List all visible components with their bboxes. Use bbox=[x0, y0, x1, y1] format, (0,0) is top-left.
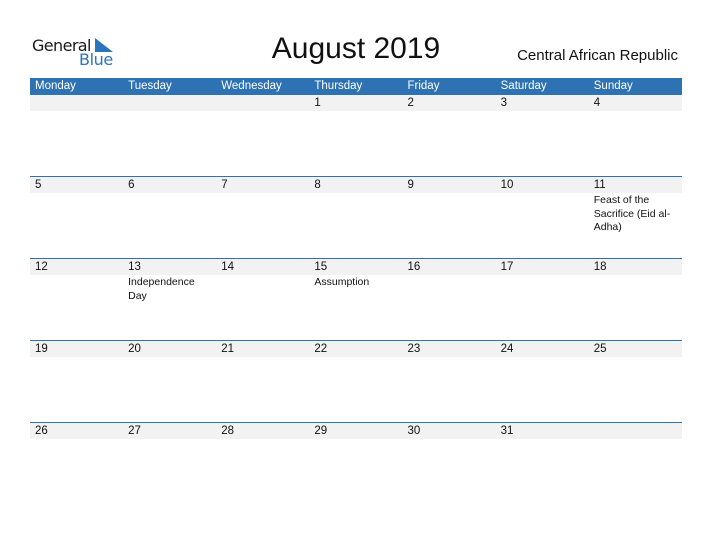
day-number: 4 bbox=[593, 97, 601, 109]
holiday-label bbox=[309, 111, 402, 112]
holiday-label bbox=[496, 111, 589, 112]
event-row bbox=[30, 357, 682, 358]
day-number: 27 bbox=[128, 425, 141, 437]
day-number: 25 bbox=[593, 343, 607, 355]
holiday-label bbox=[30, 439, 123, 440]
event-row: Independence Day Assumption bbox=[30, 275, 682, 303]
holiday-label bbox=[589, 111, 682, 112]
day-number: 31 bbox=[500, 425, 514, 437]
event-row: Feast of the Sacrifice (Eid al-Adha) bbox=[30, 193, 682, 235]
date-row: 1 2 3 4 bbox=[30, 95, 682, 111]
holiday-label bbox=[309, 357, 402, 358]
weekday-saturday: Saturday bbox=[500, 80, 547, 92]
day-number: 5 bbox=[35, 179, 42, 191]
day-number: 28 bbox=[221, 425, 235, 437]
week-row: 19 20 21 22 23 24 25 bbox=[30, 340, 682, 422]
holiday-label bbox=[589, 357, 682, 358]
holiday-label bbox=[403, 275, 496, 303]
day-number: 12 bbox=[35, 261, 48, 273]
week-row: 1 2 3 4 bbox=[30, 95, 682, 176]
day-number: 8 bbox=[314, 179, 321, 191]
weekday-sunday: Sunday bbox=[593, 80, 633, 92]
date-row: 5 6 7 8 9 10 11 bbox=[30, 177, 682, 193]
weekday-wednesday: Wednesday bbox=[221, 80, 282, 92]
weekday-thursday: Thursday bbox=[314, 80, 363, 92]
day-number bbox=[123, 95, 216, 111]
holiday-label bbox=[30, 357, 123, 358]
day-number: 20 bbox=[128, 343, 141, 355]
day-number: 1 bbox=[314, 97, 321, 109]
day-number: 17 bbox=[500, 261, 514, 273]
week-row: 5 6 7 8 9 10 11 Feast of the Sacrifice (Eid al-… bbox=[30, 176, 682, 258]
holiday-label bbox=[216, 275, 309, 303]
day-number: 30 bbox=[407, 425, 421, 437]
weekday-header: Monday Tuesday Wednesday Thursday Friday… bbox=[30, 78, 682, 95]
day-number: 3 bbox=[500, 97, 508, 109]
holiday-label bbox=[30, 193, 123, 235]
event-row bbox=[30, 111, 682, 112]
day-number bbox=[216, 95, 309, 111]
holiday-label bbox=[123, 193, 216, 235]
holiday-label bbox=[496, 275, 589, 303]
day-number: 18 bbox=[593, 261, 607, 273]
holiday-label: Independence Day bbox=[128, 276, 195, 302]
day-number: 26 bbox=[35, 425, 48, 437]
weekday-friday: Friday bbox=[407, 80, 440, 92]
day-number: 6 bbox=[128, 179, 135, 191]
day-number: 2 bbox=[407, 97, 414, 109]
holiday-label bbox=[216, 357, 309, 358]
day-number: 13 bbox=[128, 261, 141, 273]
event-row bbox=[30, 439, 682, 440]
holiday-label bbox=[309, 439, 402, 440]
holiday-label bbox=[123, 439, 216, 440]
day-number: 29 bbox=[314, 425, 328, 437]
holiday-label bbox=[403, 439, 496, 440]
holiday-label bbox=[496, 193, 589, 235]
day-number bbox=[30, 95, 123, 111]
holiday-label bbox=[123, 357, 216, 358]
holiday-label bbox=[589, 275, 682, 303]
holiday-label bbox=[216, 439, 309, 440]
holiday-label bbox=[496, 439, 589, 440]
weekday-monday: Monday bbox=[35, 80, 76, 92]
holiday-label bbox=[403, 357, 496, 358]
holiday-label bbox=[496, 357, 589, 358]
day-number: 15 bbox=[314, 261, 328, 273]
holiday-label bbox=[403, 111, 496, 112]
date-row: 12 13 14 15 16 17 18 bbox=[30, 259, 682, 275]
calendar-grid: Monday Tuesday Wednesday Thursday Friday… bbox=[30, 78, 682, 504]
weeks-container: 1 2 3 4 5 6 7 8 9 10 11 Feast of the Sacrifice (Eid… bbox=[30, 95, 682, 504]
day-number: 7 bbox=[221, 179, 228, 191]
day-number: 24 bbox=[500, 343, 514, 355]
country-name: Central African Republic bbox=[517, 47, 678, 64]
holiday-label bbox=[403, 193, 496, 235]
holiday-label: Assumption bbox=[314, 276, 370, 288]
week-row: 12 13 14 15 16 17 18 Independence Day Assumption bbox=[30, 258, 682, 340]
holiday-label bbox=[30, 275, 123, 303]
day-number bbox=[589, 423, 682, 439]
holiday-label bbox=[589, 439, 682, 440]
holiday-label bbox=[30, 111, 123, 112]
day-number: 11 bbox=[593, 179, 606, 191]
day-number: 14 bbox=[221, 261, 235, 273]
day-number: 19 bbox=[35, 343, 48, 355]
holiday-label bbox=[216, 111, 309, 112]
day-number: 16 bbox=[407, 261, 421, 273]
day-number: 21 bbox=[221, 343, 235, 355]
holiday-label: Feast of the Sacrifice (Eid al-Adha) bbox=[593, 194, 671, 233]
holiday-label bbox=[123, 111, 216, 112]
date-row: 19 20 21 22 23 24 25 bbox=[30, 341, 682, 357]
day-number: 22 bbox=[314, 343, 328, 355]
day-number: 10 bbox=[500, 179, 514, 191]
day-number: 9 bbox=[407, 179, 414, 191]
weekday-tuesday: Tuesday bbox=[128, 80, 172, 92]
day-number: 23 bbox=[407, 343, 421, 355]
week-row: 26 27 28 29 30 31 bbox=[30, 422, 682, 504]
date-row: 26 27 28 29 30 31 bbox=[30, 423, 682, 439]
holiday-label bbox=[216, 193, 309, 235]
holiday-label bbox=[309, 193, 402, 235]
